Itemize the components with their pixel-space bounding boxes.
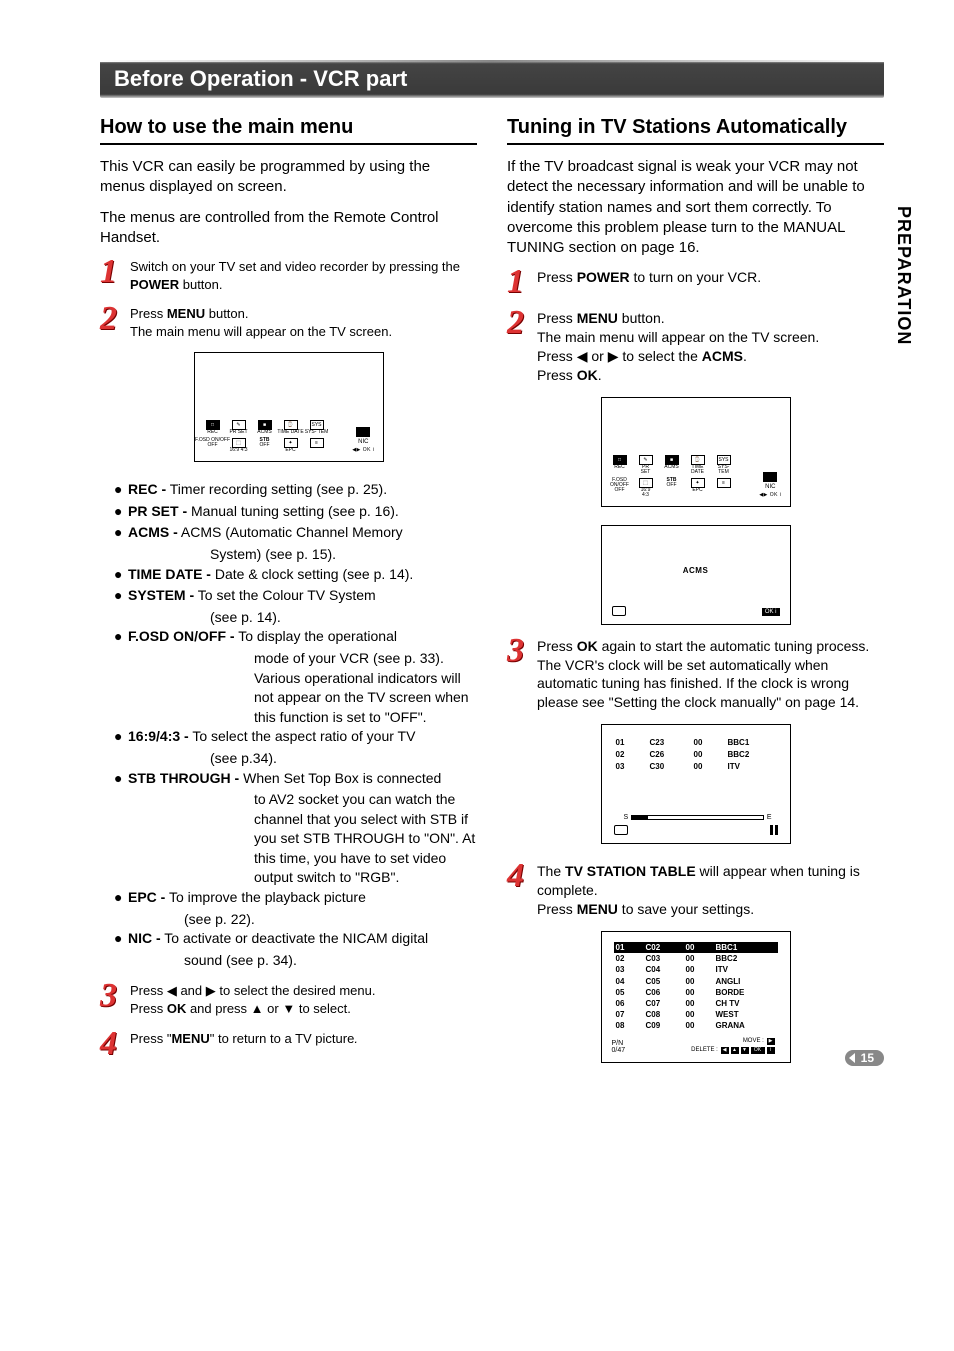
left-step4-text: Press "MENU" to return to a TV picture. bbox=[130, 1030, 477, 1048]
right-heading: Tuning in TV Stations Automatically bbox=[507, 116, 884, 145]
left-column: How to use the main menu This VCR can ea… bbox=[100, 116, 477, 1077]
left-heading: How to use the main menu bbox=[100, 116, 477, 145]
r-step-number-1: 1 bbox=[507, 268, 531, 297]
left-intro-2: The menus are controlled from the Remote… bbox=[100, 208, 477, 249]
left-step1-text: Switch on your TV set and video recorder… bbox=[130, 258, 477, 293]
step-number-4: 4 bbox=[100, 1030, 124, 1059]
right-step4-text: The TV STATION TABLE will appear when tu… bbox=[537, 862, 884, 919]
left-step3-text: Press ◀ and ▶ to select the desired menu… bbox=[130, 982, 477, 1017]
section-title-bar: Before Operation - VCR part bbox=[100, 60, 884, 98]
tuning-progress-screen-mock: 01C2300BBC1 02C2600BBC2 03C3000ITV SE bbox=[601, 724, 791, 844]
right-step2-text: Press MENU button.The main menu will app… bbox=[537, 309, 884, 385]
table-footer-left: P/N0/47 bbox=[612, 1040, 626, 1054]
r-step-number-4: 4 bbox=[507, 862, 531, 891]
ok-button-mock: OK i bbox=[762, 608, 780, 616]
acms-menu-screen-mock: □REC ✎PRSET ■ACMS ⌚TIMEDATE SYSSYS-TEM F… bbox=[601, 397, 791, 507]
step-number-2: 2 bbox=[100, 305, 124, 334]
right-intro: If the TV broadcast signal is weak your … bbox=[507, 157, 884, 258]
step-number-3: 3 bbox=[100, 982, 124, 1011]
side-tab-preparation: PREPARATION bbox=[893, 206, 914, 345]
ratio-sub: (see p.34). bbox=[114, 749, 477, 769]
r-step-number-2: 2 bbox=[507, 309, 531, 338]
tv-icon bbox=[612, 606, 626, 616]
stb-sub: to AV2 socket you can watch the channel … bbox=[114, 790, 477, 888]
right-step1-text: Press POWER to turn on your VCR. bbox=[537, 268, 884, 287]
r-step-number-3: 3 bbox=[507, 637, 531, 666]
acms-confirm-screen-mock: ACMS OK i bbox=[601, 525, 791, 625]
system-sub: (see p. 14). bbox=[114, 608, 477, 628]
left-intro-1: This VCR can easily be programmed by usi… bbox=[100, 157, 477, 198]
left-step2-text: Press MENU button.The main menu will app… bbox=[130, 305, 477, 340]
station-table-screen-mock: 01C0200BBC1 02C0300BBC2 03C0400ITV 04C05… bbox=[601, 931, 791, 1063]
right-step3-text: Press OK again to start the automatic tu… bbox=[537, 637, 884, 713]
epc-sub: (see p. 22). bbox=[114, 910, 477, 930]
right-column: Tuning in TV Stations Automatically If t… bbox=[507, 116, 884, 1077]
tv-icon bbox=[614, 825, 628, 835]
fosd-sub: mode of your VCR (see p. 33). Various op… bbox=[114, 649, 477, 727]
menu-definitions-list: ●REC - Timer recording setting (see p. 2… bbox=[114, 480, 477, 970]
main-menu-screen-mock: □REC ✎PR SET ■ACMS ⌚TIME DATE SYSSYS- TE… bbox=[194, 352, 384, 462]
page-number-badge: 15 bbox=[845, 1049, 884, 1067]
pause-icon bbox=[770, 825, 778, 835]
acms-sub: System) (see p. 15). bbox=[114, 545, 477, 565]
step-number-1: 1 bbox=[100, 258, 124, 287]
nic-sub: sound (see p. 34). bbox=[114, 951, 477, 971]
